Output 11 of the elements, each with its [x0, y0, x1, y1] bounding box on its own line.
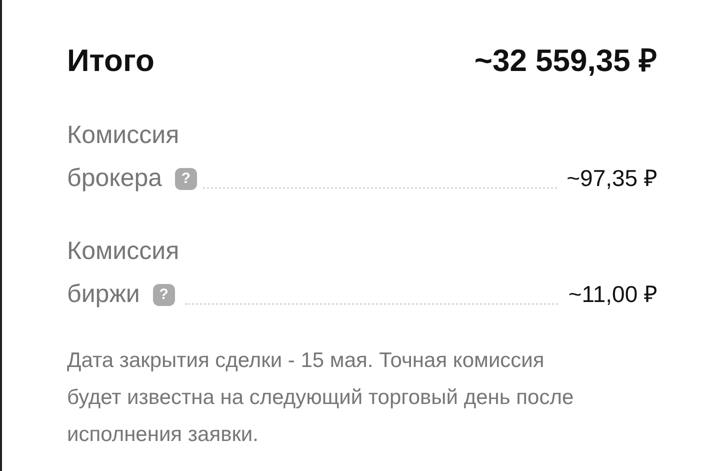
fee-amount: ~97,35 ₽	[566, 164, 657, 193]
total-amount: ~32 559,35 ₽	[474, 42, 657, 80]
fee-label: Комиссия	[67, 237, 180, 265]
fee-label: брокера	[67, 164, 162, 192]
total-label: Итого	[67, 43, 154, 79]
note-text: Дата закрытия сделки - 15 мая. Точная комиссия будет известна на следующий торговый день после исполнения заявки.	[67, 348, 575, 448]
fee-amount: ~11,00 ₽	[568, 280, 657, 309]
fee-label: Комиссия	[67, 121, 180, 149]
help-icon[interactable]: ?	[152, 284, 175, 306]
fee-label: биржи	[67, 280, 140, 308]
help-icon[interactable]: ?	[175, 168, 198, 190]
